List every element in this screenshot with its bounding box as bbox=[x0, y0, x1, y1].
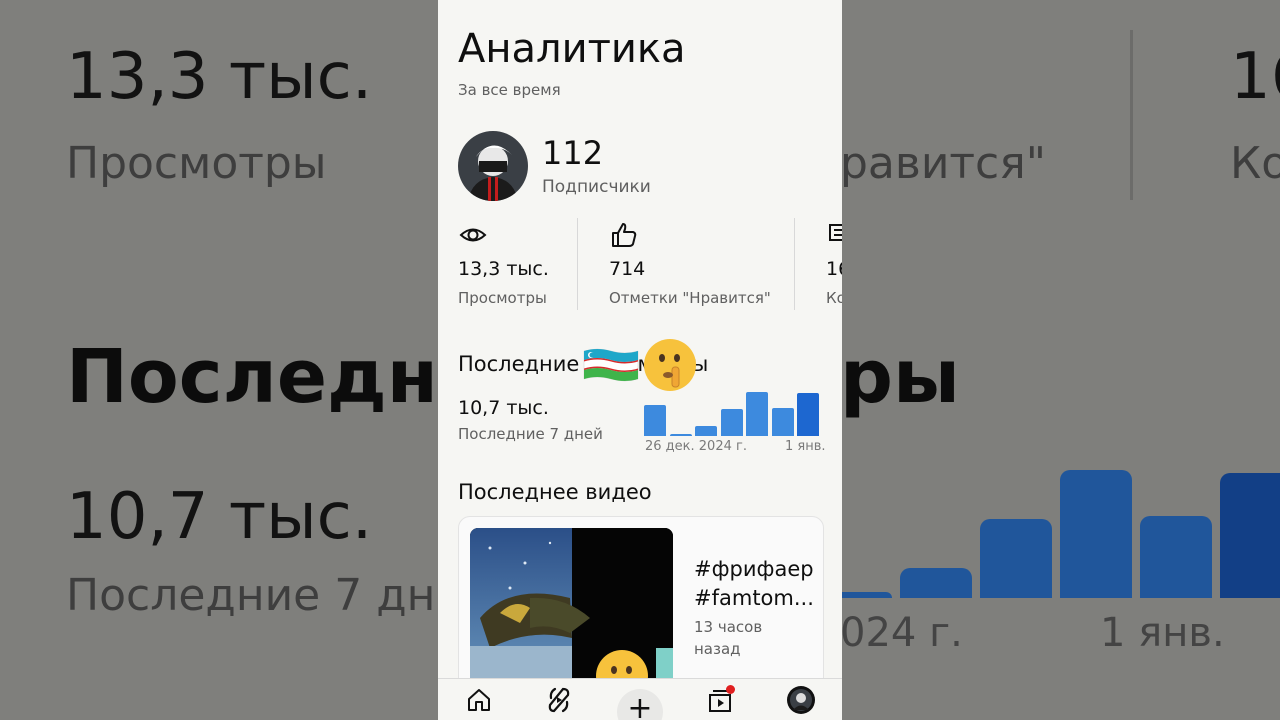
video-title-line2: #famtom... bbox=[694, 586, 814, 610]
chart-bar bbox=[771, 408, 794, 436]
create-button[interactable]: + bbox=[617, 689, 663, 720]
bg-recent-heading-end: ры bbox=[840, 334, 960, 420]
bg-divider bbox=[1130, 30, 1133, 200]
chart-date-start: 26 дек. 2024 г. bbox=[645, 439, 747, 454]
chart-bar bbox=[797, 393, 819, 436]
video-time-line1: 13 часов bbox=[694, 618, 763, 636]
chart-bar bbox=[746, 392, 768, 436]
bg-comments-value: 16 bbox=[1230, 40, 1280, 114]
bg-chart-bar bbox=[1060, 470, 1132, 598]
likes-value: 714 bbox=[609, 258, 646, 280]
bg-date-start: 024 г. bbox=[840, 610, 963, 656]
stat-divider bbox=[577, 218, 578, 310]
bg-chart-bar bbox=[980, 519, 1052, 598]
bg-chart-bar bbox=[1140, 516, 1212, 598]
eye-icon bbox=[458, 220, 488, 250]
period-label: За все время bbox=[458, 81, 561, 99]
notification-dot bbox=[726, 685, 735, 694]
home-icon[interactable] bbox=[464, 685, 494, 715]
chart-date-end: 1 янв. bbox=[785, 439, 826, 454]
subscriber-label: Подписчики bbox=[542, 177, 651, 197]
bg-chart-bar bbox=[1220, 473, 1280, 598]
video-published-time: 13 часов назад bbox=[694, 616, 784, 660]
bg-comments-label: Ко bbox=[1230, 138, 1280, 189]
comment-icon bbox=[826, 220, 842, 250]
thumbs-up-icon bbox=[609, 220, 639, 250]
recent-views-value: 10,7 тыс. bbox=[458, 397, 549, 419]
bg-views-value: 13,3 тыс. bbox=[66, 40, 373, 114]
comments-value: 16 bbox=[826, 258, 842, 280]
chart-bar bbox=[644, 405, 666, 436]
plus-icon: + bbox=[627, 691, 653, 720]
profile-icon[interactable] bbox=[786, 685, 816, 715]
bg-recent-value: 10,7 тыс. bbox=[66, 480, 373, 554]
recent-views-period: Последние 7 дней bbox=[458, 425, 603, 443]
chart-bar bbox=[695, 426, 717, 436]
video-time-line2: назад bbox=[694, 640, 741, 658]
bg-likes-label: равится" bbox=[840, 138, 1046, 189]
shorts-icon[interactable] bbox=[544, 685, 574, 715]
stat-divider bbox=[794, 218, 795, 310]
page-title: Аналитика bbox=[458, 26, 686, 72]
comments-label: Ко bbox=[826, 289, 842, 307]
avatar[interactable] bbox=[458, 131, 528, 201]
video-title[interactable]: #фрифаер #famtom... bbox=[694, 555, 818, 613]
analytics-screen: Аналитика За все время 112 Подписчики 13… bbox=[438, 0, 842, 720]
video-thumbnail[interactable] bbox=[470, 528, 673, 698]
chart-bar bbox=[720, 409, 743, 436]
video-title-line1: #фрифаер bbox=[694, 557, 814, 581]
bg-views-label: Просмотры bbox=[66, 138, 327, 189]
chart-bar bbox=[669, 434, 692, 436]
bg-chart-bar bbox=[900, 568, 972, 598]
views-label: Просмотры bbox=[458, 289, 547, 307]
subscriber-count: 112 bbox=[542, 134, 604, 172]
bottom-navigation: + bbox=[438, 678, 842, 720]
shushing-face-emoji bbox=[642, 337, 698, 397]
bg-recent-label: Последние 7 дн bbox=[66, 570, 436, 621]
views-value: 13,3 тыс. bbox=[458, 258, 549, 280]
flag-uzbekistan bbox=[582, 346, 640, 388]
bg-date-end: 1 янв. bbox=[1100, 610, 1225, 656]
likes-label: Отметки "Нравится" bbox=[609, 289, 771, 307]
latest-video-heading: Последнее видео bbox=[458, 480, 652, 504]
